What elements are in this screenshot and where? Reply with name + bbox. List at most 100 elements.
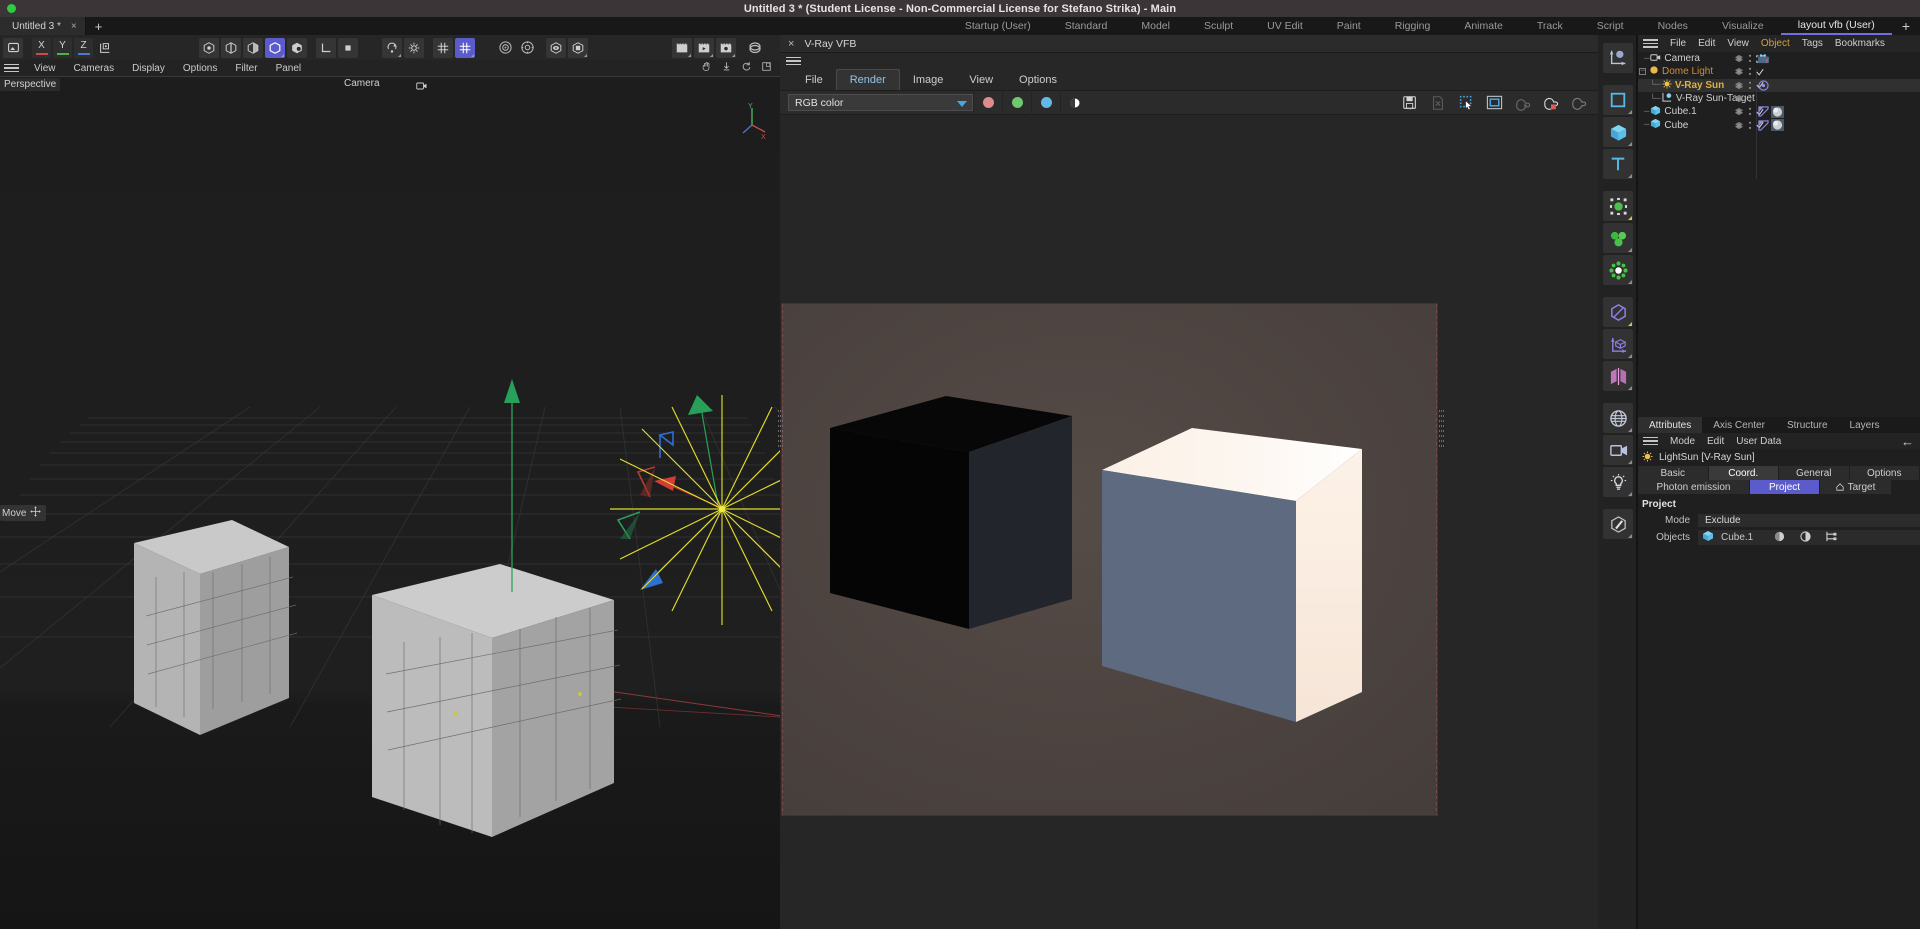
- om-menu-bookmarks[interactable]: Bookmarks: [1829, 38, 1891, 49]
- camera-object-icon[interactable]: [1603, 435, 1633, 465]
- layout-tab-nodes[interactable]: Nodes: [1641, 17, 1705, 35]
- hamburger-icon[interactable]: [4, 64, 19, 73]
- world-object-axis-icon[interactable]: [95, 38, 115, 58]
- alpha-channel-button[interactable]: [1060, 91, 1089, 115]
- layout-tab-rigging[interactable]: Rigging: [1378, 17, 1448, 35]
- om-menu-view[interactable]: View: [1721, 38, 1755, 49]
- render-queue-icon[interactable]: [568, 38, 588, 58]
- timeline-icon[interactable]: [716, 38, 736, 58]
- maximize-icon[interactable]: [761, 59, 772, 77]
- environment-sky-icon[interactable]: [1603, 403, 1633, 433]
- object-row-vray-sun-target[interactable]: └─ V-Ray Sun-Target: [1638, 92, 1920, 105]
- grid-snap-icon[interactable]: [433, 38, 453, 58]
- layout-tab-startup[interactable]: Startup (User): [948, 17, 1048, 35]
- chevron-down-icon[interactable]: [957, 101, 967, 107]
- render-last-icon[interactable]: [1510, 92, 1534, 114]
- layout-tab-standard[interactable]: Standard: [1048, 17, 1125, 35]
- polygon-mode-icon[interactable]: [243, 38, 263, 58]
- quantize-icon[interactable]: [455, 38, 475, 58]
- tab-layers[interactable]: Layers: [1839, 417, 1891, 433]
- model-mode-icon[interactable]: [265, 38, 285, 58]
- add-layout-button[interactable]: +: [1892, 17, 1920, 35]
- splitter-grip-left[interactable]: [778, 410, 783, 447]
- y-axis-lock-icon[interactable]: Y: [53, 38, 72, 58]
- field-icon[interactable]: [1603, 297, 1633, 327]
- tree-expand-toggle[interactable]: −: [1639, 68, 1646, 75]
- layout-tab-paint[interactable]: Paint: [1320, 17, 1378, 35]
- section-tab-coord[interactable]: Coord.: [1709, 466, 1780, 480]
- content-browser-icon[interactable]: [672, 38, 692, 58]
- blue-channel-button[interactable]: [1031, 91, 1060, 115]
- hamburger-icon[interactable]: [1643, 437, 1658, 446]
- subtab-photon-emission[interactable]: Photon emission: [1638, 480, 1750, 494]
- spline-pen-icon[interactable]: [1603, 85, 1633, 115]
- object-row-dome-light[interactable]: − Dome Light: [1638, 65, 1920, 78]
- array-generator-icon[interactable]: [1603, 223, 1633, 253]
- arrow-left-icon[interactable]: ←: [1901, 434, 1920, 449]
- render-picture-icon[interactable]: [546, 38, 566, 58]
- show-in-window-icon[interactable]: [1482, 92, 1506, 114]
- tab-axis-center[interactable]: Axis Center: [1702, 417, 1776, 433]
- x-axis-lock-icon[interactable]: X: [32, 38, 51, 58]
- close-icon[interactable]: ×: [71, 21, 77, 32]
- document-tab[interactable]: Untitled 3 * ×: [0, 17, 86, 35]
- deformer-icon[interactable]: [1603, 191, 1633, 221]
- camera-icon[interactable]: [416, 78, 428, 96]
- orbit-icon[interactable]: [741, 59, 752, 77]
- layout-tab-track[interactable]: Track: [1520, 17, 1580, 35]
- vfb-tab-render[interactable]: Render: [836, 69, 900, 90]
- tab-structure[interactable]: Structure: [1776, 417, 1839, 433]
- om-menu-object[interactable]: Object: [1755, 38, 1796, 49]
- contrast-icon[interactable]: [1800, 531, 1811, 545]
- enable-axis-icon[interactable]: [338, 38, 358, 58]
- save-cancel-icon[interactable]: [1426, 92, 1450, 114]
- mograph-icon[interactable]: [1603, 255, 1633, 285]
- viewport-menu-panel[interactable]: Panel: [267, 63, 311, 74]
- object-tags[interactable]: [1758, 80, 1769, 91]
- pan-icon[interactable]: [701, 59, 712, 77]
- subtab-project[interactable]: Project: [1750, 480, 1820, 494]
- axis-mode-icon[interactable]: [316, 38, 336, 58]
- vfb-tab-file[interactable]: File: [792, 69, 836, 90]
- object-row-camera[interactable]: ─ Camera: [1638, 52, 1920, 65]
- field-mode-value[interactable]: Exclude: [1698, 514, 1920, 527]
- texture-mode-icon[interactable]: [287, 38, 307, 58]
- viewport-menu-options[interactable]: Options: [174, 63, 226, 74]
- vfb-tab-view[interactable]: View: [956, 69, 1006, 90]
- viewport-menu-filter[interactable]: Filter: [226, 63, 266, 74]
- mirror-icon[interactable]: [1603, 361, 1633, 391]
- hamburger-icon[interactable]: [1643, 39, 1658, 48]
- layout-tab-uvedit[interactable]: UV Edit: [1250, 17, 1320, 35]
- render-stop-icon[interactable]: [1538, 92, 1562, 114]
- tab-attributes[interactable]: Attributes: [1638, 417, 1702, 433]
- rendered-image[interactable]: [782, 304, 1437, 815]
- close-icon[interactable]: ×: [788, 38, 794, 50]
- layout-tab-sculpt[interactable]: Sculpt: [1187, 17, 1250, 35]
- vfb-tab-options[interactable]: Options: [1006, 69, 1070, 90]
- om-menu-file[interactable]: File: [1664, 38, 1692, 49]
- axis-center-icon[interactable]: [1603, 329, 1633, 359]
- vfb-render-canvas[interactable]: [780, 115, 1598, 929]
- object-visibility-dots[interactable]: [1734, 67, 1764, 76]
- field-objects-value[interactable]: Cube.1: [1698, 530, 1920, 545]
- object-row-cube[interactable]: ─ Cube: [1638, 118, 1920, 131]
- vfb-tab-image[interactable]: Image: [900, 69, 957, 90]
- layout-tab-animate[interactable]: Animate: [1447, 17, 1520, 35]
- layout-icon[interactable]: [694, 38, 714, 58]
- point-mode-icon[interactable]: [199, 38, 219, 58]
- layout-tab-vfb[interactable]: layout vfb (User): [1781, 17, 1892, 35]
- object-tags[interactable]: [1758, 106, 1784, 118]
- perspective-viewport[interactable]: Perspective Camera Y X Move: [0, 77, 780, 929]
- viewport-menu-view[interactable]: View: [25, 63, 65, 74]
- field-mode[interactable]: Mode Exclude: [1638, 513, 1920, 528]
- am-menu-user-data[interactable]: User Data: [1730, 436, 1787, 447]
- edge-mode-icon[interactable]: [221, 38, 241, 58]
- layout-tab-visualize[interactable]: Visualize: [1705, 17, 1781, 35]
- splitter-grip-right[interactable]: [1439, 410, 1444, 447]
- am-menu-mode[interactable]: Mode: [1664, 436, 1701, 447]
- cube-primitive-icon[interactable]: [1603, 117, 1633, 147]
- object-row-vray-sun[interactable]: └─ V-Ray Sun: [1638, 79, 1920, 92]
- viewport-menu-cameras[interactable]: Cameras: [65, 63, 124, 74]
- text-spline-icon[interactable]: [1603, 149, 1633, 179]
- subtab-target[interactable]: Target: [1820, 480, 1892, 494]
